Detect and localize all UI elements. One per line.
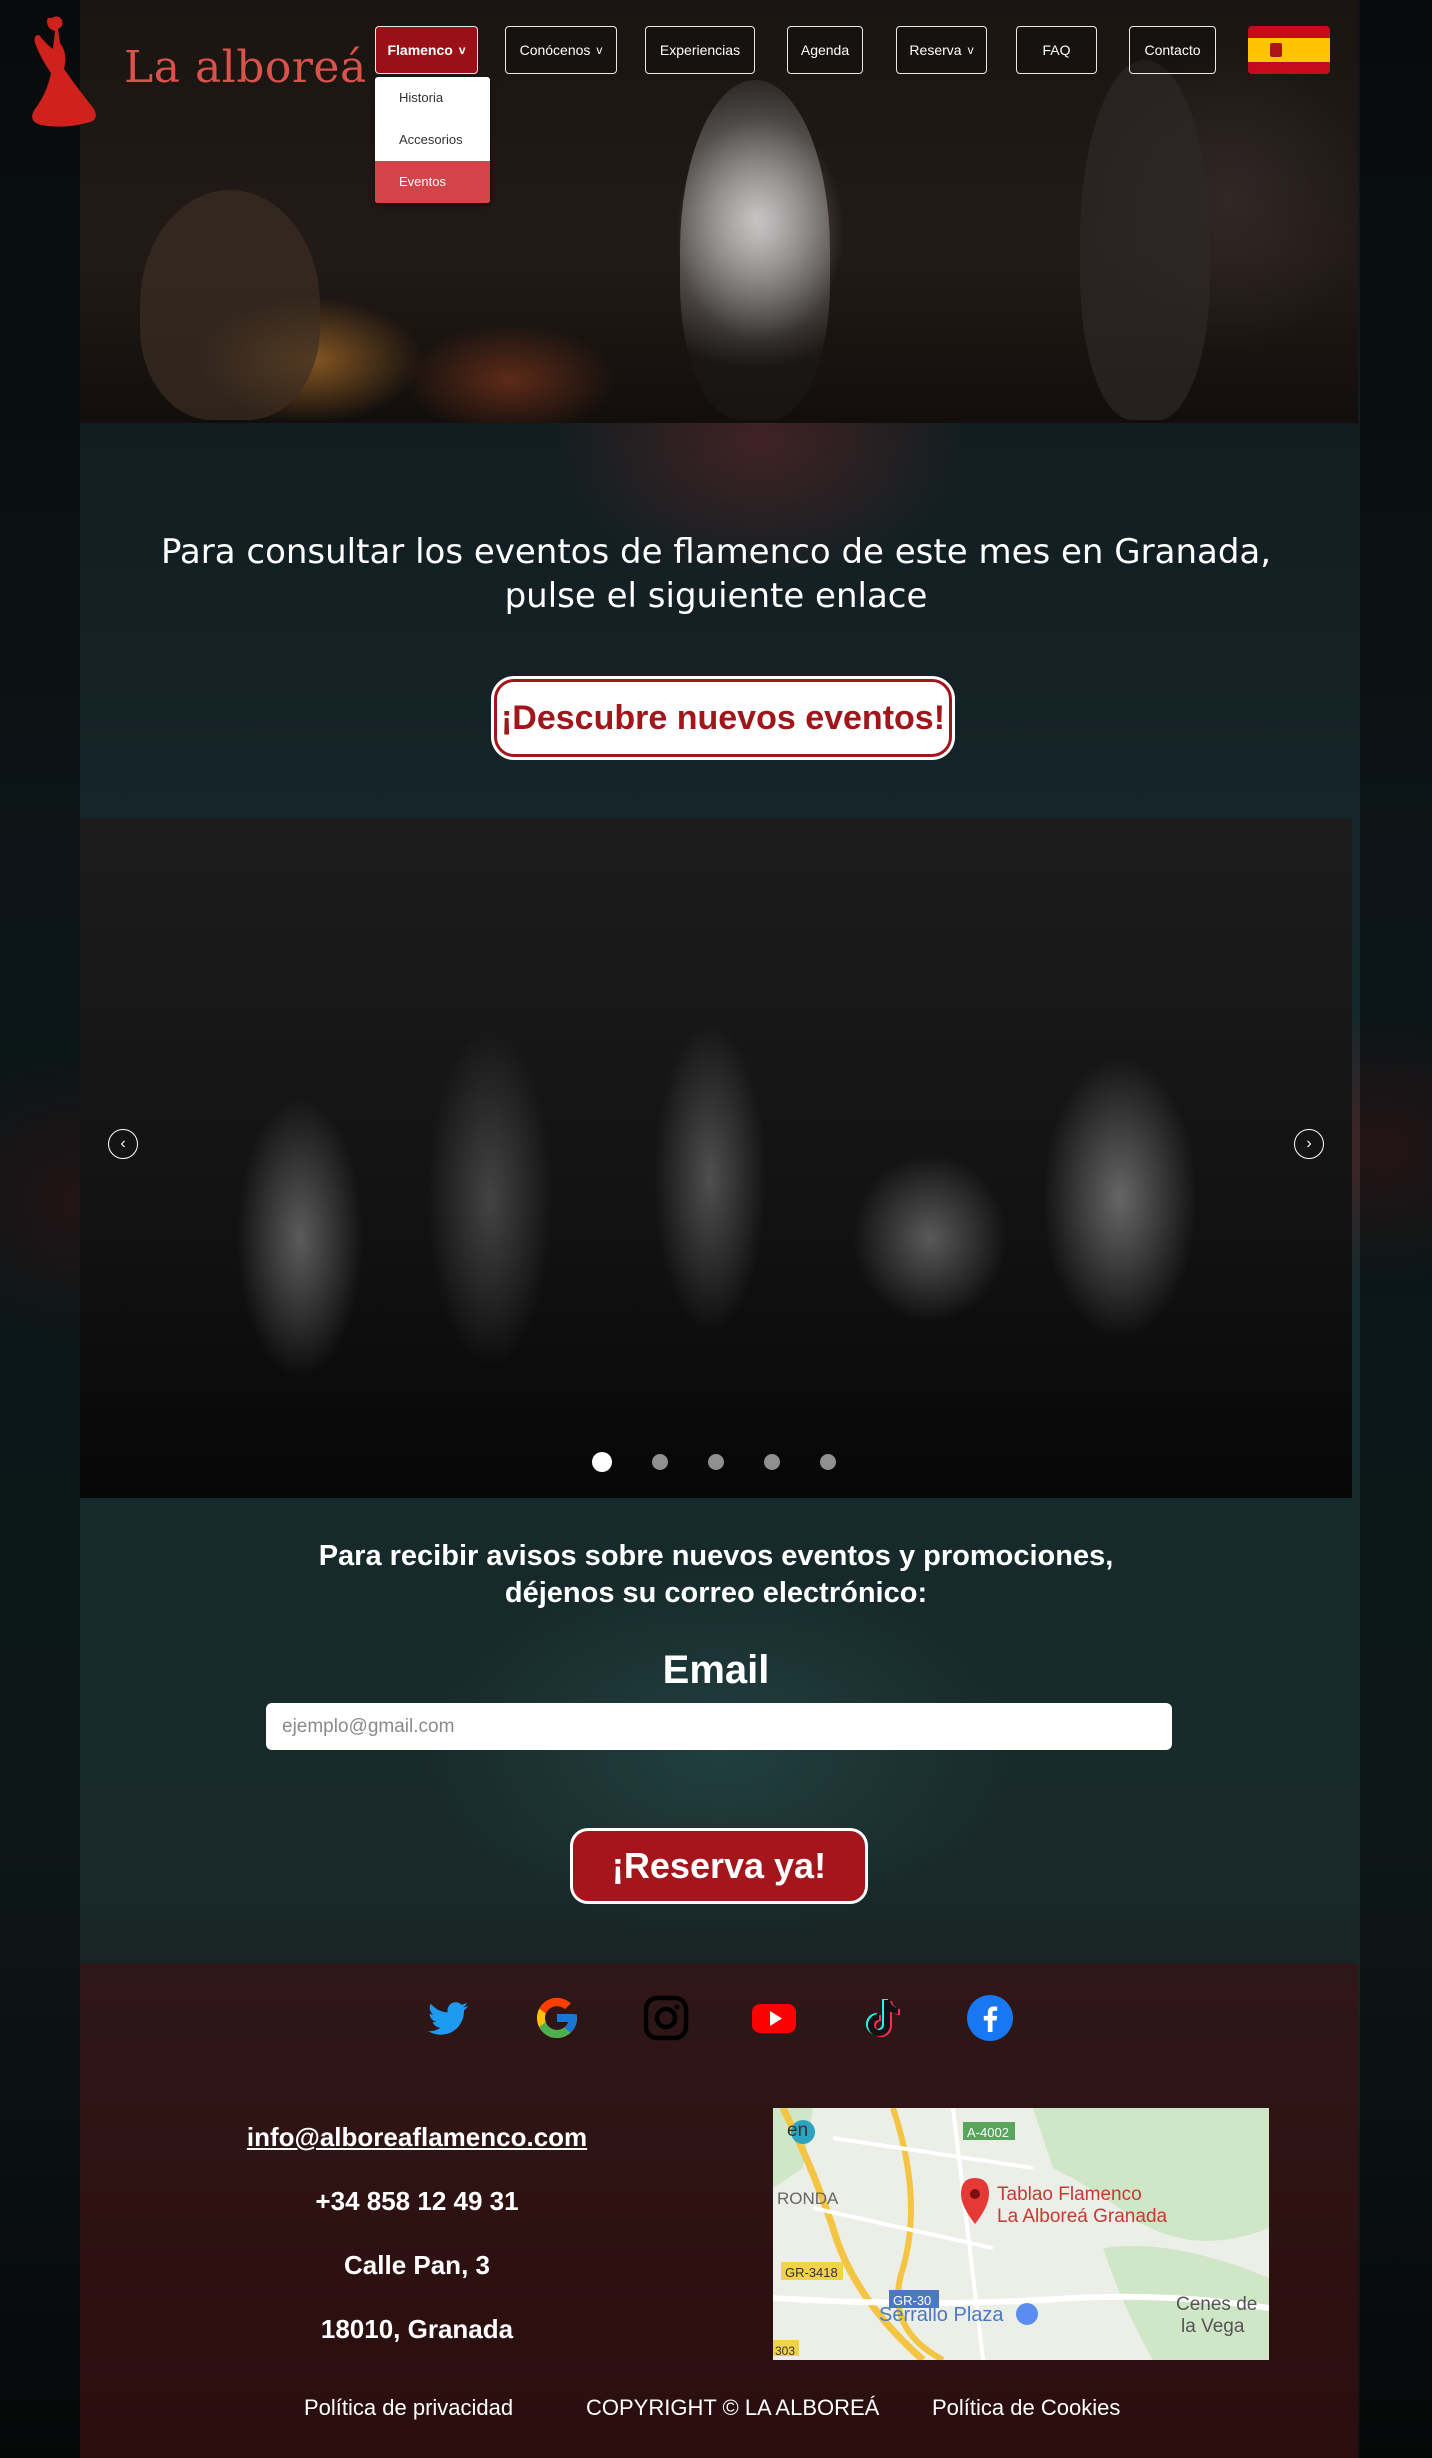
footer-street: Calle Pan, 3 (344, 2250, 490, 2280)
map-pin-label-2: La Alboreá Granada (997, 2206, 1168, 2227)
flamenco-dropdown-menu: Historia Accesorios Eventos (375, 77, 490, 203)
map-place-label: Serrallo Plaza (879, 2304, 1004, 2326)
singer-figure (1080, 60, 1210, 420)
carousel-indicators (80, 1452, 1352, 1474)
footer-email-link[interactable]: info@alboreaflamenco.com (200, 2122, 634, 2153)
newsletter-intro: Para recibir avisos sobre nuevos eventos… (0, 1538, 1432, 1612)
carousel-prev-button[interactable]: ‹ (108, 1129, 138, 1159)
map-town-label-2: la Vega (1181, 2316, 1245, 2337)
email-field[interactable] (266, 1703, 1172, 1750)
chevron-left-icon: ‹ (120, 1135, 126, 1152)
nav-label: Contacto (1144, 42, 1201, 58)
map-area-label: RONDA (777, 2189, 839, 2208)
nav-label: FAQ (1042, 42, 1071, 58)
map-road-label: 303 (775, 2344, 796, 2358)
chevron-down-icon: v (596, 43, 603, 57)
carousel-dot-2[interactable] (652, 1454, 668, 1470)
map-road-label: GR-3418 (785, 2265, 838, 2280)
nav-experiencias[interactable]: Experiencias (645, 26, 755, 74)
location-map[interactable]: en A-4002 RONDA Tablao Flamenco La Albor… (773, 2108, 1269, 2360)
map-road-label: A-4002 (967, 2125, 1009, 2140)
youtube-icon[interactable] (750, 1994, 798, 2042)
footer-city: 18010, Granada (320, 2314, 514, 2344)
newsletter-text-line2: déjenos su correo electrónico: (504, 1577, 928, 1609)
carousel-dot-4[interactable] (764, 1454, 780, 1470)
google-icon[interactable] (533, 1994, 581, 2042)
map-fragment-label: en (787, 2120, 809, 2141)
dropdown-item-accesorios[interactable]: Accesorios (375, 119, 490, 161)
nav-label: Experiencias (659, 42, 741, 58)
tiktok-icon[interactable] (858, 1994, 906, 2042)
map-pin-label-1: Tablao Flamenco (997, 2184, 1142, 2205)
guitarist-figure (140, 190, 320, 420)
nav-agenda[interactable]: Agenda (787, 26, 863, 74)
events-text-line2: pulse el siguiente enlace (504, 576, 928, 616)
nav-faq[interactable]: FAQ (1016, 26, 1097, 74)
nav-label: Flamenco (387, 42, 453, 58)
newsletter-text-line1: Para recibir avisos sobre nuevos eventos… (318, 1540, 1114, 1572)
privacy-policy-link[interactable]: Política de privacidad (304, 2395, 513, 2421)
chevron-down-icon: v (967, 43, 974, 57)
reserve-now-button[interactable]: ¡Reserva ya! (570, 1828, 868, 1904)
instagram-icon[interactable] (642, 1994, 690, 2042)
nav-label: Reserva (909, 42, 962, 58)
carousel-dot-5[interactable] (820, 1454, 836, 1470)
nav-label: Agenda (800, 42, 850, 58)
carousel-dot-3[interactable] (708, 1454, 724, 1470)
copyright-text: COPYRIGHT © LA ALBOREÁ (586, 2395, 880, 2420)
side-shade-left (0, 0, 80, 2458)
carousel-next-button[interactable]: › (1294, 1129, 1324, 1159)
dropdown-item-historia[interactable]: Historia (375, 77, 490, 119)
nav-flamenco[interactable]: Flamenco v (375, 26, 478, 74)
twitter-icon[interactable] (424, 1994, 472, 2042)
photo-carousel: ‹ › (80, 818, 1352, 1498)
nav-reserva[interactable]: Reserva v (896, 26, 987, 74)
carousel-dot-1[interactable] (592, 1452, 612, 1472)
spain-flag-icon[interactable] (1248, 26, 1330, 74)
chevron-down-icon: v (458, 43, 466, 57)
footer-phone[interactable]: +34 858 12 49 31 (200, 2186, 634, 2217)
main-nav: Flamenco v Conócenos v Experiencias Agenda… (0, 26, 1432, 76)
dropdown-item-eventos[interactable]: Eventos (375, 161, 490, 203)
events-text-line1: Para consultar los eventos de flamenco d… (160, 532, 1272, 572)
events-intro: Para consultar los eventos de flamenco d… (0, 530, 1432, 618)
nav-contacto[interactable]: Contacto (1129, 26, 1216, 74)
email-label: Email (662, 1648, 770, 1692)
discover-events-button[interactable]: ¡Descubre nuevos eventos! (494, 679, 952, 757)
map-town-label-1: Cenes de (1176, 2294, 1258, 2315)
dancer-figure (680, 80, 830, 420)
cookie-policy-link[interactable]: Política de Cookies (932, 2395, 1120, 2421)
facebook-icon[interactable] (966, 1994, 1014, 2042)
chevron-right-icon: › (1306, 1135, 1312, 1152)
nav-label: Conócenos (519, 42, 591, 58)
nav-conocenos[interactable]: Conócenos v (505, 26, 617, 74)
side-shade-right (1360, 0, 1432, 2458)
